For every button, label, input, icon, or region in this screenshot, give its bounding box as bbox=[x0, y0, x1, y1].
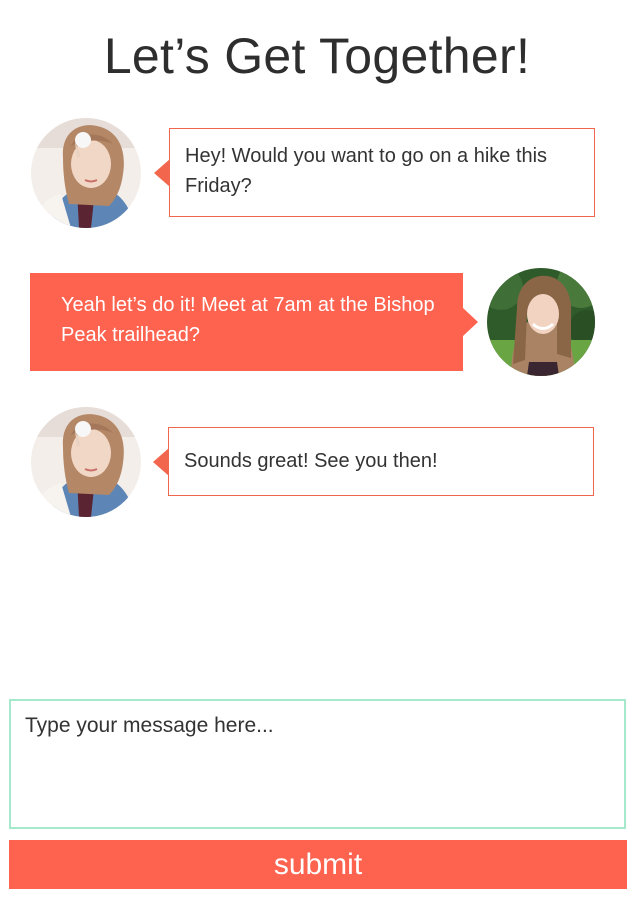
message-text: Hey! Would you want to go on a hike this… bbox=[185, 145, 548, 197]
my-avatar-photo bbox=[487, 268, 595, 376]
friend-avatar bbox=[31, 407, 141, 517]
submit-button[interactable]: submit bbox=[9, 840, 627, 889]
message-bubble-me: Yeah let’s do it! Meet at 7am at the Bis… bbox=[30, 273, 478, 371]
message-bubble-friend: Sounds great! See you then! bbox=[153, 427, 594, 496]
message-bubble-friend: Hey! Would you want to go on a hike this… bbox=[154, 128, 595, 217]
message-text: Sounds great! See you then! bbox=[184, 450, 438, 472]
message-text: Yeah let’s do it! Meet at 7am at the Bis… bbox=[61, 294, 435, 346]
friend-avatar-photo bbox=[31, 407, 141, 517]
friend-avatar bbox=[31, 118, 141, 228]
friend-avatar-photo bbox=[31, 118, 141, 228]
page-title: Let’s Get Together! bbox=[103, 28, 531, 84]
message-input[interactable] bbox=[9, 699, 626, 829]
my-avatar bbox=[487, 268, 595, 376]
